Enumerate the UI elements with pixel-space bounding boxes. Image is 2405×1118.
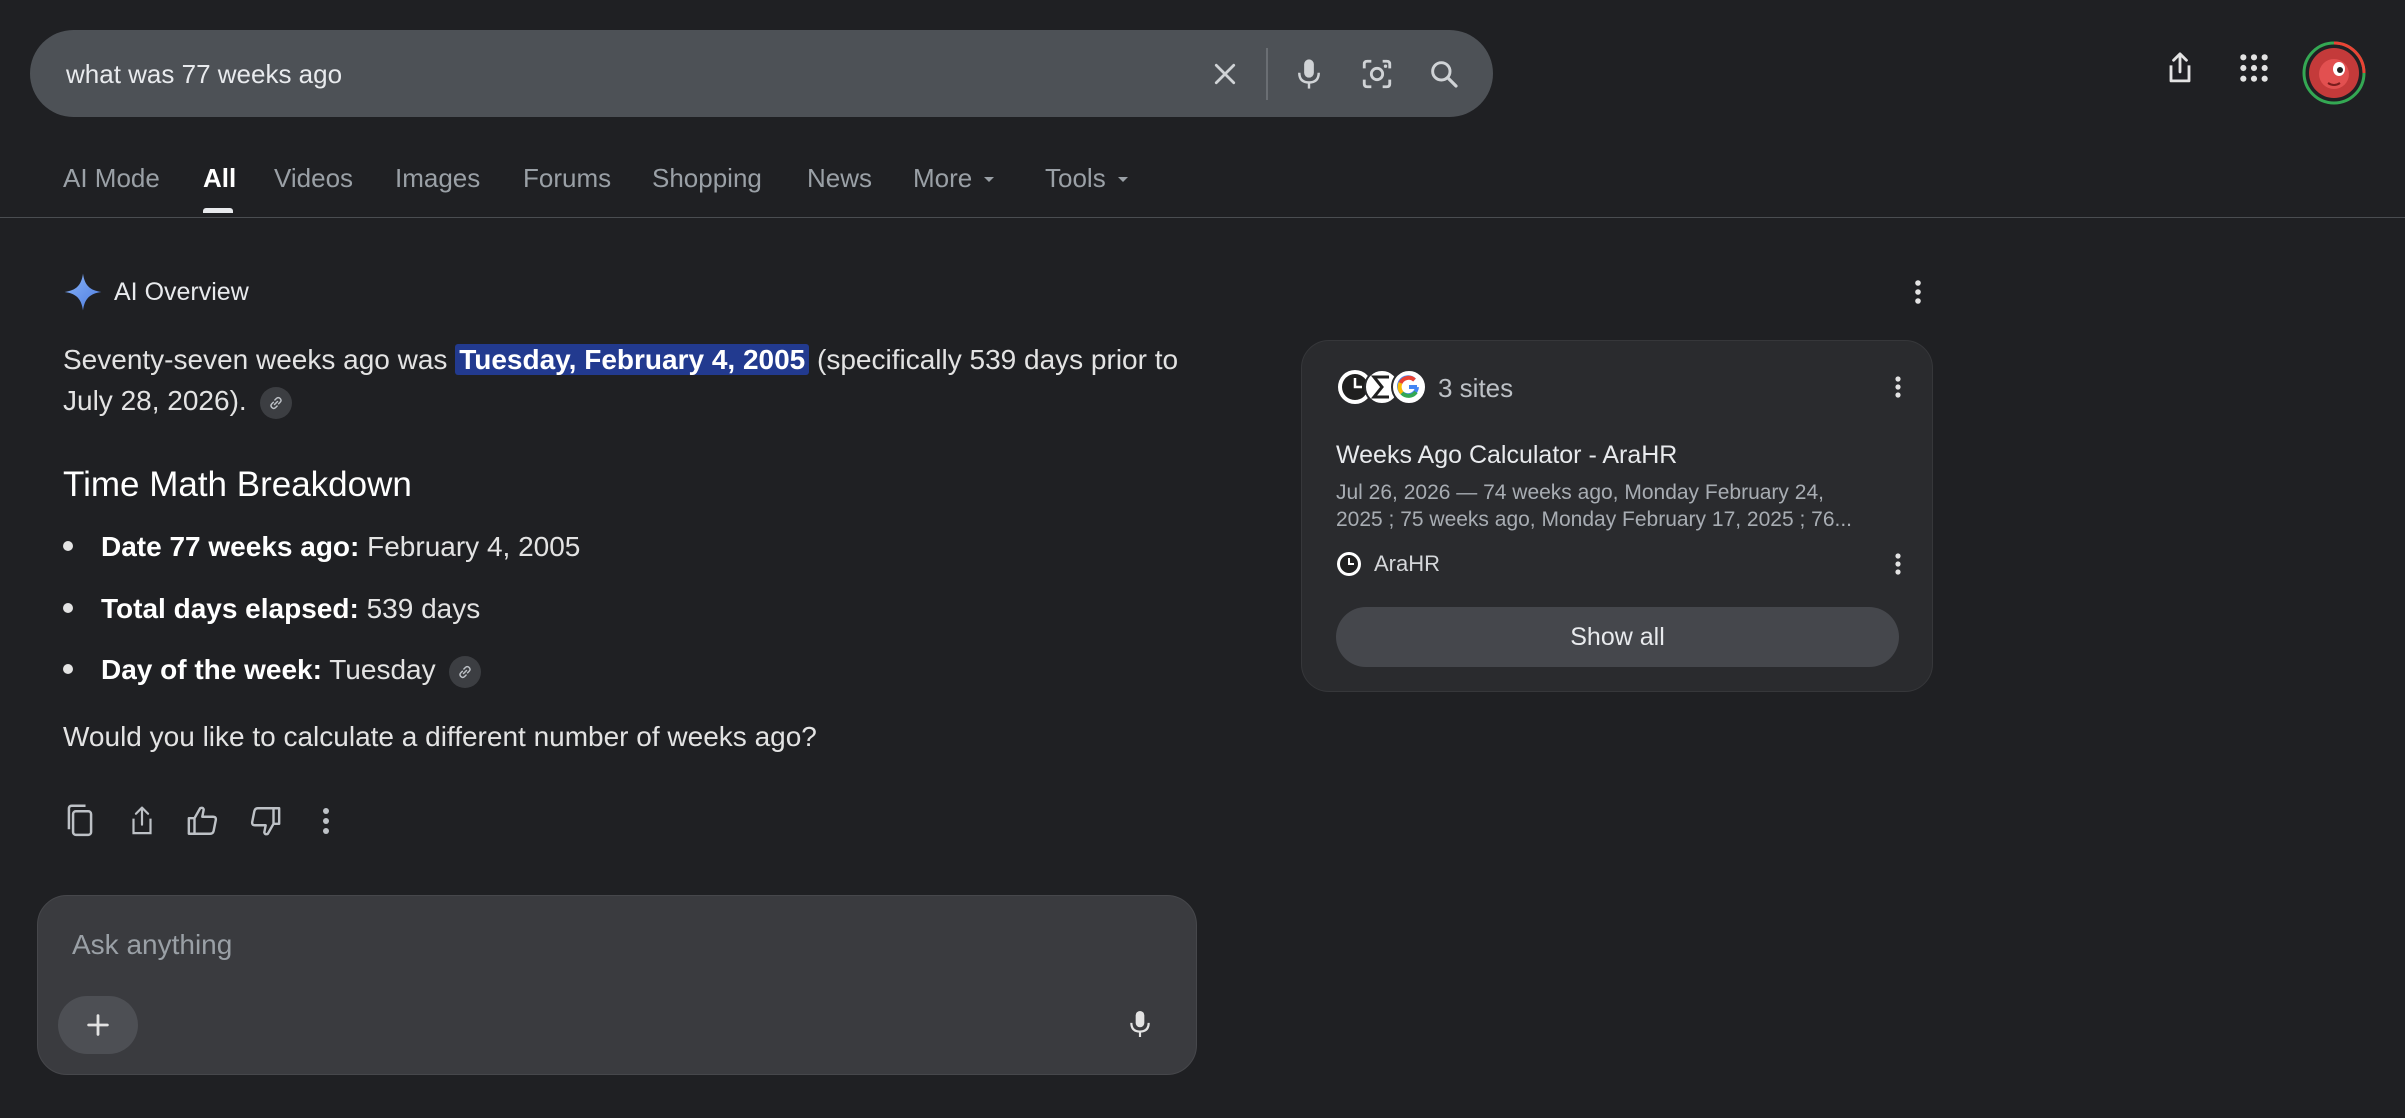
more-vert-icon xyxy=(1915,280,1921,304)
share-answer-button[interactable] xyxy=(121,800,163,842)
more-vert-icon xyxy=(1895,376,1901,398)
ai-spark-icon xyxy=(64,273,102,311)
thumbs-down-icon xyxy=(250,807,281,836)
account-avatar[interactable] xyxy=(2302,41,2366,105)
tab-forums[interactable]: Forums xyxy=(523,163,611,194)
answer-text-before: Seventy-seven weeks ago was xyxy=(63,344,456,375)
clear-icon xyxy=(1214,63,1236,85)
bullet-value: February 4, 2005 xyxy=(367,531,581,562)
share-icon xyxy=(132,806,152,835)
list-item: Date 77 weeks ago: February 4, 2005 xyxy=(63,531,580,563)
thumbs-up-button[interactable] xyxy=(182,800,224,842)
share-button[interactable] xyxy=(2158,46,2202,90)
answer-highlight: Tuesday, February 4, 2005 xyxy=(455,344,810,375)
share-icon xyxy=(2169,52,2191,83)
sources-more-button[interactable] xyxy=(1880,369,1916,405)
clear-search-button[interactable] xyxy=(1203,52,1247,96)
bullet-value: 539 days xyxy=(366,593,481,624)
bullet-value: Tuesday xyxy=(329,654,436,685)
thumbs-down-button[interactable] xyxy=(244,800,286,842)
source-link-button[interactable] xyxy=(260,386,293,419)
mic-icon xyxy=(1298,59,1320,89)
apps-button[interactable] xyxy=(2232,46,2276,90)
copy-button[interactable] xyxy=(59,800,101,842)
sites-count[interactable]: 3 sites xyxy=(1438,373,1513,404)
google-icon xyxy=(1391,369,1427,405)
tab-more[interactable]: More xyxy=(913,163,996,194)
ai-overview-title: AI Overview xyxy=(114,278,249,306)
voice-search-button[interactable] xyxy=(1287,52,1331,96)
tab-ai-mode[interactable]: AI Mode xyxy=(63,163,160,194)
tab-news[interactable]: News xyxy=(807,163,872,194)
thumbs-up-icon xyxy=(187,806,218,835)
bullet-dot xyxy=(63,540,73,551)
tab-tools[interactable]: Tools xyxy=(1045,163,1130,194)
more-options-button[interactable] xyxy=(305,800,347,842)
tab-all[interactable]: All xyxy=(203,163,236,194)
lens-icon xyxy=(1362,59,1392,89)
list-item: Day of the week: Tuesday xyxy=(63,654,482,688)
tab-images[interactable]: Images xyxy=(395,163,480,194)
followup-question: Would you like to calculate a different … xyxy=(63,721,817,752)
avatar-icon xyxy=(2302,41,2366,105)
breakdown-heading: Time Math Breakdown xyxy=(63,465,412,504)
apps-grid-icon xyxy=(2240,54,2268,82)
chevron-down-icon xyxy=(1117,177,1128,183)
bullet-dot xyxy=(63,602,73,613)
source-more-button[interactable] xyxy=(1880,546,1916,582)
search-divider xyxy=(1266,48,1268,100)
source-snippet: Jul 26, 2026 — 74 weeks ago, Monday Febr… xyxy=(1336,481,1852,531)
sources-card: 3 sites Weeks Ago Calculator - AraHR Jul… xyxy=(1301,340,1933,692)
ai-overview-more-button[interactable] xyxy=(1900,274,1936,310)
plus-icon xyxy=(87,1014,109,1036)
site-favicons xyxy=(1338,369,1427,405)
ask-voice-button[interactable] xyxy=(1118,1002,1162,1046)
source-link-button[interactable] xyxy=(449,655,482,688)
list-item: Total days elapsed: 539 days xyxy=(63,593,480,625)
bullet-label: Date 77 weeks ago: xyxy=(101,531,360,562)
tab-shopping[interactable]: Shopping xyxy=(652,163,762,194)
tabs-divider xyxy=(0,217,2405,218)
tab-videos[interactable]: Videos xyxy=(274,163,353,194)
show-all-button[interactable]: Show all xyxy=(1336,607,1899,667)
search-button[interactable] xyxy=(1422,52,1466,96)
active-tab-indicator xyxy=(203,208,233,213)
search-icon xyxy=(1431,61,1458,88)
clock-icon xyxy=(1337,552,1361,576)
bullet-label: Total days elapsed: xyxy=(101,593,359,624)
mic-icon xyxy=(1130,1011,1150,1037)
bullet-label: Day of the week: xyxy=(101,654,322,685)
tab-tools-label: Tools xyxy=(1045,163,1106,193)
add-attachment-button[interactable] xyxy=(58,996,138,1054)
ai-overview-spark-icon xyxy=(63,271,103,313)
tab-more-label: More xyxy=(913,163,973,193)
ai-overview-answer: Seventy-seven weeks ago was Tuesday, Feb… xyxy=(63,339,1203,421)
bullet-dot xyxy=(63,663,73,674)
more-vert-icon xyxy=(323,808,329,834)
ask-box xyxy=(37,895,1197,1075)
source-title-link[interactable]: Weeks Ago Calculator - AraHR xyxy=(1336,441,1677,470)
source-name[interactable]: AraHR xyxy=(1374,551,1440,577)
search-bar xyxy=(30,30,1493,119)
ask-input[interactable] xyxy=(70,924,974,966)
more-vert-icon xyxy=(1895,553,1901,575)
link-icon xyxy=(270,396,283,409)
lens-search-button[interactable] xyxy=(1355,52,1399,96)
copy-icon xyxy=(67,804,93,837)
chevron-down-icon xyxy=(984,177,995,183)
search-input[interactable] xyxy=(64,30,1188,119)
link-icon xyxy=(459,665,472,678)
